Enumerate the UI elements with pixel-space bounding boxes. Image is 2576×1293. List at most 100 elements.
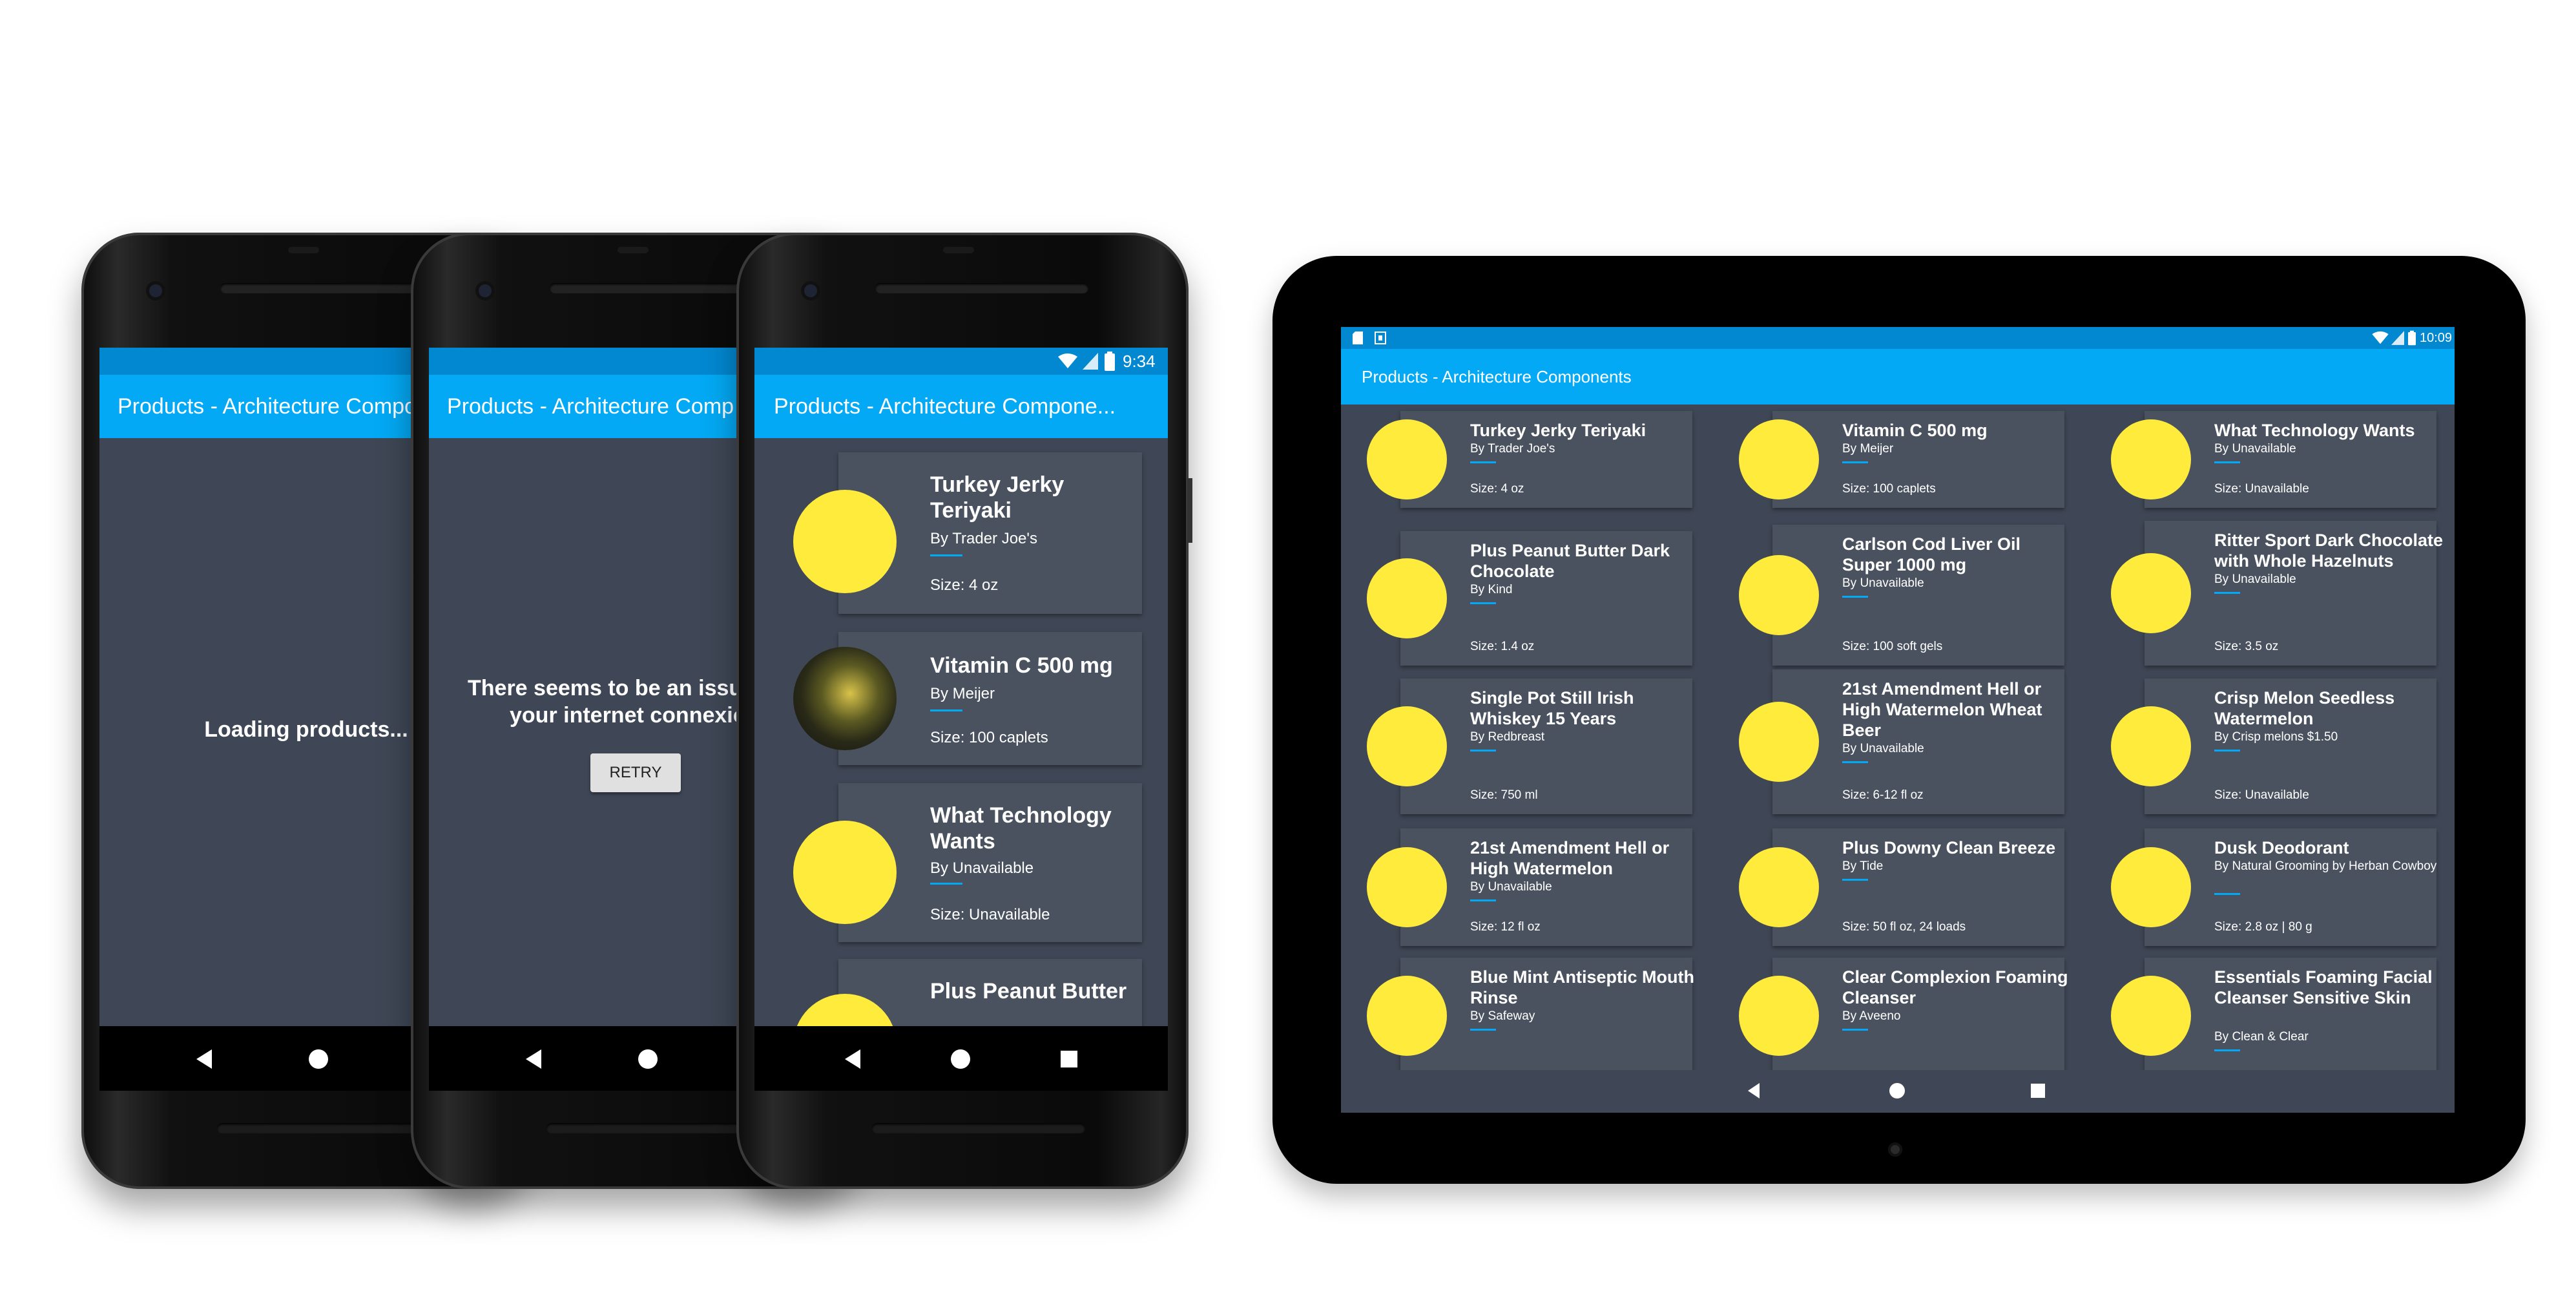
product-brand: By Tide — [1842, 859, 1884, 873]
product-size: Size: 100 caplets — [930, 729, 1048, 746]
product-photo — [1739, 976, 1819, 1056]
product-name: Clear Complexion Foaming Cleanser — [1842, 967, 2068, 1007]
sd-card-icon — [1353, 331, 1363, 344]
product-size: Size: 2.8 oz | 80 g — [2214, 920, 2312, 934]
divider-accent — [1842, 879, 1868, 881]
product-name: Carlson Cod Liver Oil Super 1000 mg — [1842, 534, 2021, 574]
battery-icon — [1105, 352, 1115, 371]
product-brand: By Clean & Clear — [2214, 1030, 2309, 1044]
product-size: Size: 1.4 oz — [1470, 640, 1535, 653]
product-name: 21st Amendment Hell or High Watermelon W… — [1842, 679, 2042, 740]
phone-top-speaker — [943, 247, 974, 253]
product-size: Size: 750 ml — [1470, 788, 1538, 802]
tablet-device: 10:09 Products - Architecture Components… — [1272, 256, 2526, 1184]
app-bar-title: Products - Architecture Components — [1341, 349, 2455, 405]
phone-screen: 9:34 Products - Architecture Compone... … — [754, 348, 1168, 1026]
product-image-placeholder — [1367, 419, 1447, 499]
product-size: Size: 6-12 fl oz — [1842, 788, 1924, 802]
product-name: Turkey Jerky Teriyaki — [1470, 421, 1646, 440]
product-photo — [2111, 847, 2191, 927]
back-triangle-icon[interactable] — [845, 1049, 860, 1069]
product-name: Blue Mint Antiseptic Mouth Rinse — [1470, 967, 1694, 1007]
bottom-speaker — [546, 1123, 760, 1133]
divider-accent — [2214, 592, 2240, 594]
retry-button[interactable]: RETRY — [590, 753, 681, 792]
divider-accent — [1842, 461, 1868, 463]
bottom-speaker — [217, 1123, 430, 1133]
product-brand: By Meijer — [930, 685, 995, 702]
product-size: Size: 4 oz — [1470, 482, 1524, 496]
divider-accent — [2214, 1049, 2240, 1051]
product-name: What Technology — [930, 803, 1112, 828]
product-brand: By Unavailable — [2214, 573, 2296, 586]
back-triangle-icon[interactable] — [526, 1049, 541, 1069]
navigation-bar — [1341, 1070, 2455, 1113]
product-name: Dusk Deodorant — [2214, 838, 2349, 857]
status-time: 9:34 — [1123, 352, 1156, 371]
earpiece-speaker — [220, 283, 433, 293]
tablet-screen: 10:09 Products - Architecture Components… — [1341, 327, 2455, 1070]
product-name: Turkey Jerky — [930, 472, 1065, 497]
earpiece-speaker — [550, 283, 763, 293]
front-camera-icon — [146, 281, 165, 300]
product-image-placeholder — [1367, 976, 1447, 1056]
product-size: Size: 100 caplets — [1842, 482, 1936, 496]
divider-accent — [1470, 602, 1496, 604]
product-name: 21st Amendment Hell or High Watermelon — [1470, 838, 1670, 878]
divider-accent — [930, 883, 962, 885]
signal-icon — [2391, 331, 2404, 345]
divider-accent — [930, 554, 962, 556]
product-list[interactable]: Turkey Jerky Teriyaki By Trader Joe's Si… — [754, 438, 1168, 1026]
product-image-placeholder — [1739, 702, 1819, 782]
home-circle-icon[interactable] — [638, 1049, 658, 1069]
app-bar-title: Products - Architecture Compone... — [754, 375, 1168, 438]
product-name: Plus Peanut Butter — [930, 979, 1127, 1004]
product-brand: By Unavailable — [1842, 742, 1924, 755]
divider-accent — [930, 710, 962, 711]
recents-square-icon[interactable] — [2031, 1084, 2045, 1098]
product-image-placeholder — [2111, 706, 2191, 786]
divider-accent — [1842, 596, 1868, 598]
product-image-placeholder — [793, 821, 897, 924]
home-circle-icon[interactable] — [951, 1049, 970, 1069]
product-name: Crisp Melon Seedless Watermelon — [2214, 688, 2395, 728]
product-size: Size: 3.5 oz — [2214, 640, 2279, 653]
product-brand: By Trader Joe's — [1470, 442, 1555, 456]
phone-product-list: 9:34 Products - Architecture Compone... … — [736, 233, 1192, 1189]
home-circle-icon[interactable] — [309, 1049, 328, 1069]
divider-accent — [1470, 461, 1496, 463]
product-photo — [1739, 419, 1819, 499]
wifi-icon — [2372, 331, 2389, 344]
product-size: Size: Unavailable — [2214, 788, 2309, 802]
product-size: Size: 4 oz — [930, 576, 999, 594]
product-size: Size: Unavailable — [930, 906, 1050, 923]
divider-accent — [1470, 750, 1496, 752]
bottom-speaker — [872, 1123, 1085, 1133]
product-grid[interactable]: Turkey Jerky Teriyaki By Trader Joe's Size… — [1341, 405, 2455, 1070]
front-camera-icon — [475, 281, 495, 300]
product-photo — [793, 647, 897, 750]
product-brand: By Natural Grooming by Herban Cowboy — [2214, 859, 2437, 873]
product-name: Vitamin C 500 mg — [1842, 421, 1988, 440]
product-brand: By Unavailable — [930, 859, 1034, 877]
front-camera-icon — [1888, 1142, 1902, 1157]
product-image-placeholder — [793, 490, 897, 593]
divider-accent — [1470, 899, 1496, 901]
recents-square-icon[interactable] — [1061, 1051, 1077, 1067]
divider-accent — [1842, 1029, 1868, 1031]
battery-icon — [2408, 330, 2416, 346]
product-size: Size: 12 fl oz — [1470, 920, 1541, 934]
phone-top-speaker — [288, 247, 319, 253]
product-photo — [1739, 555, 1819, 635]
divider-accent — [1470, 1029, 1496, 1031]
power-button — [1187, 478, 1192, 543]
back-triangle-icon[interactable] — [196, 1049, 212, 1069]
back-triangle-icon[interactable] — [1748, 1083, 1760, 1099]
home-circle-icon[interactable] — [1889, 1083, 1905, 1099]
divider-accent — [1842, 761, 1868, 763]
product-image-placeholder — [2111, 419, 2191, 499]
product-size: Size: Unavailable — [2214, 482, 2309, 496]
product-photo — [1367, 706, 1447, 786]
product-name: Plus Peanut Butter Dark Chocolate — [1470, 541, 1670, 581]
divider-accent — [2214, 750, 2240, 752]
